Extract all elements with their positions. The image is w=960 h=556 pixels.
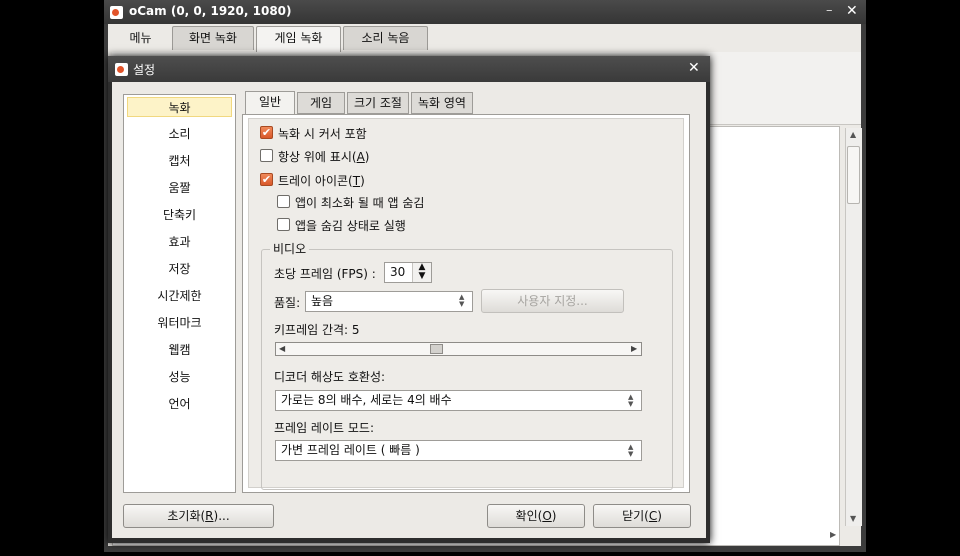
reset-button[interactable]: 초기화(R)... (123, 504, 274, 528)
tab-game-record[interactable]: 게임 녹화 (256, 26, 341, 52)
scroll-down-icon[interactable]: ▼ (850, 514, 856, 523)
sidebar-item-save[interactable]: 저장 (127, 259, 232, 279)
tray-icon-label: 트레이 아이콘(T) (278, 174, 365, 188)
dialog-close-icon[interactable]: ✕ (688, 60, 700, 76)
dialog-title: 설정 (133, 63, 156, 77)
sidebar-item-watermark[interactable]: 워터마크 (127, 313, 232, 333)
quality-value: 높음 (311, 294, 334, 308)
tab-screen-record[interactable]: 화면 녹화 (172, 26, 254, 50)
framerate-mode-value: 가변 프레임 레이트 ( 빠름 ) (281, 443, 420, 457)
fps-spin-icon[interactable]: ▲ ▼ (412, 263, 431, 282)
dialog-body: 녹화 소리 캡처 움짤 단축키 효과 저장 시간제한 워터마크 웹캠 성능 언어… (112, 82, 706, 538)
slider-right-icon[interactable]: ▶ (631, 344, 637, 353)
custom-settings-button[interactable]: 사용자 지정... (481, 289, 624, 313)
keyframe-slider-thumb[interactable] (429, 344, 443, 354)
tab-menu[interactable]: 메뉴 (111, 26, 170, 50)
scroll-thumb[interactable] (847, 146, 860, 204)
hide-on-minimize-checkbox[interactable] (277, 195, 290, 208)
sidebar-item-record[interactable]: 녹화 (127, 97, 232, 117)
sidebar-item-language[interactable]: 언어 (127, 394, 232, 414)
sidebar-item-time-limit[interactable]: 시간제한 (127, 286, 232, 306)
sidebar-item-sound[interactable]: 소리 (127, 124, 232, 144)
slider-left-icon[interactable]: ◀ (279, 344, 285, 353)
always-on-top-label: 항상 위에 표시(A) (278, 150, 370, 164)
video-group-label: 비디오 (270, 240, 310, 257)
ocam-logo-icon (110, 6, 123, 19)
quality-select[interactable]: 높음 (305, 291, 473, 312)
close-button[interactable]: 닫기(C) (593, 504, 691, 528)
sidebar-item-performance[interactable]: 성능 (127, 367, 232, 387)
settings-sidebar: 녹화 소리 캡처 움짤 단축키 효과 저장 시간제한 워터마크 웹캠 성능 언어 (123, 94, 236, 493)
run-hidden-label: 앱을 숨김 상태로 실행 (295, 219, 406, 233)
tray-icon-checkbox[interactable]: ✔ (260, 173, 273, 186)
always-on-top-checkbox[interactable] (260, 149, 273, 162)
sidebar-item-hotkeys[interactable]: 단축키 (127, 205, 232, 225)
scroll-up-icon[interactable]: ▲ (850, 130, 856, 139)
decoder-chevron-icon[interactable]: ▲ ▼ (628, 394, 633, 408)
keyframe-label: 키프레임 간격: 5 (274, 323, 360, 337)
hide-on-minimize-label: 앱이 최소화 될 때 앱 숨김 (295, 196, 425, 210)
decoder-select[interactable]: 가로는 8의 배수, 세로는 4의 배수 (275, 390, 642, 411)
dialog-title-bar[interactable]: 설정 ✕ (108, 56, 710, 82)
framerate-mode-chevron-icon[interactable]: ▲ ▼ (628, 444, 633, 458)
include-cursor-label: 녹화 시 커서 포함 (278, 127, 367, 141)
tab-game[interactable]: 게임 (297, 92, 345, 114)
sidebar-item-gif[interactable]: 움짤 (127, 178, 232, 198)
sidebar-item-webcam[interactable]: 웹캠 (127, 340, 232, 360)
run-hidden-checkbox[interactable] (277, 218, 290, 231)
close-icon[interactable]: ✕ (846, 3, 858, 19)
sidebar-item-capture[interactable]: 캡처 (127, 151, 232, 171)
settings-dialog: 설정 ✕ 녹화 소리 캡처 움짤 단축키 효과 저장 시간제한 워터마크 웹캠 … (108, 56, 710, 543)
decoder-label: 디코더 해상도 호환성: (274, 370, 386, 384)
tab-audio-record[interactable]: 소리 녹음 (343, 26, 428, 50)
include-cursor-checkbox[interactable]: ✔ (260, 126, 273, 139)
tab-record-area[interactable]: 녹화 영역 (411, 92, 473, 114)
fps-label: 초당 프레임 (FPS) : (274, 267, 376, 281)
ocam-logo-icon (115, 63, 128, 76)
main-title-bar[interactable]: oCam (0, 0, 1920, 1080) – ✕ (104, 0, 866, 24)
framerate-mode-label: 프레임 레이트 모드: (274, 421, 374, 435)
sidebar-item-effects[interactable]: 효과 (127, 232, 232, 252)
quality-chevron-icon[interactable]: ▲ ▼ (459, 294, 464, 308)
decoder-value: 가로는 8의 배수, 세로는 4의 배수 (281, 393, 452, 407)
minimize-button[interactable]: – (826, 3, 833, 18)
ok-button[interactable]: 확인(O) (487, 504, 585, 528)
vertical-scrollbar[interactable]: ▲ ▼ (845, 128, 862, 526)
framerate-mode-select[interactable]: 가변 프레임 레이트 ( 빠름 ) (275, 440, 642, 461)
main-window-title: oCam (0, 0, 1920, 1080) (129, 4, 292, 18)
keyframe-slider[interactable]: ◀ ▶ (275, 342, 642, 356)
tab-resize[interactable]: 크기 조절 (347, 92, 409, 114)
tab-general[interactable]: 일반 (245, 91, 295, 115)
h-scroll-right-icon[interactable]: ▶ (830, 530, 836, 539)
quality-label: 품질: (274, 296, 301, 310)
